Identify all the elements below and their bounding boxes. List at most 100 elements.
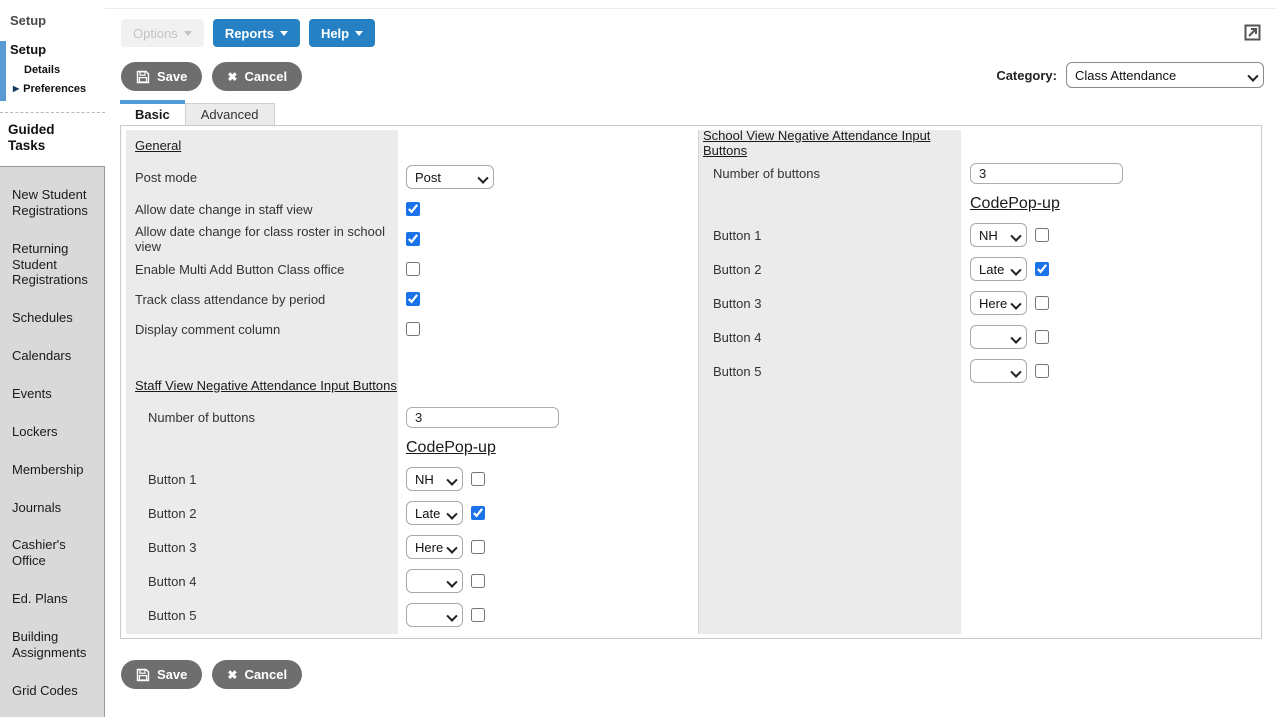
sidebar-item-setup[interactable]: Setup (10, 42, 105, 57)
school-view-button-5-code-select[interactable] (970, 359, 1027, 383)
staff-view-button-1-popup-checkbox[interactable] (471, 472, 485, 486)
field-control: Post (398, 165, 494, 189)
school-view-button-2-popup-checkbox[interactable] (1035, 262, 1049, 276)
staff-view-button-1-code-select[interactable]: NH (406, 467, 463, 491)
field-label-allow-date-change-for-class-roster-in-school-view: Allow date change for class roster in sc… (126, 224, 398, 254)
field-control (398, 603, 485, 627)
school-view-button-1-code-select[interactable]: NH (970, 223, 1027, 247)
form-row: Button 5 (126, 598, 692, 632)
code-popup-headers: CodePop-up (961, 195, 1060, 213)
field-control: Here (961, 291, 1049, 315)
school-view-button-5-popup-checkbox[interactable] (1035, 364, 1049, 378)
form-row: Button 3Here (126, 530, 692, 564)
section-header: Staff View Negative Attendance Input But… (126, 378, 398, 393)
sidebar-item-lockers[interactable]: Lockers (0, 413, 104, 451)
sidebar-item-grid-codes[interactable]: Grid Codes (0, 672, 104, 710)
form-row: Allow date change for class roster in sc… (126, 224, 692, 254)
staff-view-header-link: Staff View Negative Attendance Input But… (135, 378, 397, 393)
sidebar-item-details[interactable]: Details (24, 64, 105, 76)
school-view-number-of-buttons-input[interactable] (970, 163, 1123, 184)
allow-date-change-in-staff-view-checkbox[interactable] (406, 202, 420, 216)
school-view-button-1-popup-checkbox[interactable] (1035, 228, 1049, 242)
school-view-button-4-code-select[interactable] (970, 325, 1027, 349)
school-view-button-4-popup-checkbox[interactable] (1035, 330, 1049, 344)
school-view-button-3-popup-checkbox[interactable] (1035, 296, 1049, 310)
school-view-button-1-label: Button 1 (698, 228, 961, 243)
tab-basic[interactable]: Basic (120, 100, 185, 125)
sidebar-item-returning-student-registrations[interactable]: Returning Student Registrations (0, 230, 104, 300)
cancel-x-icon: ✖ (227, 71, 237, 83)
post-mode-select[interactable]: Post (406, 165, 494, 189)
field-control: Here (398, 535, 485, 559)
save-floppy-icon (136, 70, 150, 84)
school-view-button-3-label: Button 3 (698, 296, 961, 311)
sidebar-item-new-student-registrations[interactable]: New Student Registrations (0, 176, 104, 230)
school-view-button-3-code-select[interactable]: Here (970, 291, 1027, 315)
field-control: Late (398, 501, 485, 525)
help-button[interactable]: Help (309, 19, 375, 47)
sidebar: Setup Setup Details ▶Preferences Guided … (0, 0, 105, 703)
form-row: Allow date change in staff view (126, 194, 692, 224)
field-control (398, 569, 485, 593)
staff-view-button-3-code-select[interactable]: Here (406, 535, 463, 559)
form-row: Number of buttons (126, 400, 692, 434)
form-row: Button 2Late (126, 496, 692, 530)
cancel-button[interactable]: ✖ Cancel (212, 62, 302, 91)
form-row: Post modePost (126, 160, 692, 194)
track-class-attendance-by-period-checkbox[interactable] (406, 292, 420, 306)
staff-view-button-2-popup-checkbox[interactable] (471, 506, 485, 520)
staff-view-button-5-popup-checkbox[interactable] (471, 608, 485, 622)
school-view-number-of-buttons-label: Number of buttons (698, 166, 961, 181)
staff-view-button-3-popup-checkbox[interactable] (471, 540, 485, 554)
tab-advanced[interactable]: Advanced (185, 103, 275, 125)
expand-window-icon[interactable] (1244, 24, 1261, 41)
school-view-form: School View Negative Attendance Input Bu… (698, 130, 1258, 388)
form-row: Button 4 (126, 564, 692, 598)
sidebar-item-events[interactable]: Events (0, 375, 104, 413)
form-row: General (126, 130, 692, 160)
allow-date-change-for-class-roster-in-school-view-checkbox[interactable] (406, 232, 420, 246)
staff-view-code-column-header: Code (406, 439, 444, 457)
form-row: CodePop-up (126, 434, 692, 462)
category-control: Category: Class Attendance (996, 62, 1264, 88)
display-comment-column-checkbox[interactable] (406, 322, 420, 336)
sidebar-item-building-assignments[interactable]: Building Assignments (0, 618, 104, 672)
field-label-allow-date-change-in-staff-view: Allow date change in staff view (126, 202, 398, 217)
school-view-code-column-header: Code (970, 195, 1008, 213)
current-item-arrow-icon: ▶ (13, 84, 19, 93)
staff-view-button-5-code-select[interactable] (406, 603, 463, 627)
field-control: NH (398, 467, 485, 491)
sidebar-item-guided-tasks[interactable]: Guided Tasks (0, 113, 105, 166)
chevron-down-icon (280, 31, 288, 36)
staff-view-number-of-buttons-input[interactable] (406, 407, 559, 428)
school-view-button-2-code-select[interactable]: Late (970, 257, 1027, 281)
staff-view-button-4-label: Button 4 (126, 574, 398, 589)
reports-button[interactable]: Reports (213, 19, 300, 47)
save-button[interactable]: Save (121, 62, 202, 91)
form-row: Staff View Negative Attendance Input But… (126, 370, 692, 400)
code-popup-headers: CodePop-up (398, 439, 496, 457)
field-control: NH (961, 223, 1049, 247)
staff-view-button-4-code-select[interactable] (406, 569, 463, 593)
category-select[interactable]: Class Attendance (1066, 62, 1264, 88)
sidebar-item-journals[interactable]: Journals (0, 489, 104, 527)
staff-view-button-2-code-select[interactable]: Late (406, 501, 463, 525)
sidebar-item-ed-plans[interactable]: Ed. Plans (0, 580, 104, 618)
form-row: Track class attendance by period (126, 284, 692, 314)
enable-multi-add-button-class-office-checkbox[interactable] (406, 262, 420, 276)
school-view-header-link: School View Negative Attendance Input Bu… (703, 128, 930, 158)
options-button[interactable]: Options (121, 19, 204, 47)
cancel-button-bottom[interactable]: ✖ Cancel (212, 660, 302, 689)
sidebar-item-preferences[interactable]: ▶Preferences (13, 83, 105, 95)
sidebar-item-membership[interactable]: Membership (0, 451, 104, 489)
sidebar-item-schedules[interactable]: Schedules (0, 299, 104, 337)
section-header: General (126, 138, 398, 153)
form-row: Button 3 Here (698, 286, 1258, 320)
sidebar-item-calendars[interactable]: Calendars (0, 337, 104, 375)
form-row: School View Negative Attendance Input Bu… (698, 130, 1258, 156)
save-button-bottom[interactable]: Save (121, 660, 202, 689)
sidebar-item-cashier-s-office[interactable]: Cashier's Office (0, 526, 104, 580)
field-label-display-comment-column: Display comment column (126, 322, 398, 337)
staff-view-button-4-popup-checkbox[interactable] (471, 574, 485, 588)
field-label-enable-multi-add-button-class-office: Enable Multi Add Button Class office (126, 262, 398, 277)
